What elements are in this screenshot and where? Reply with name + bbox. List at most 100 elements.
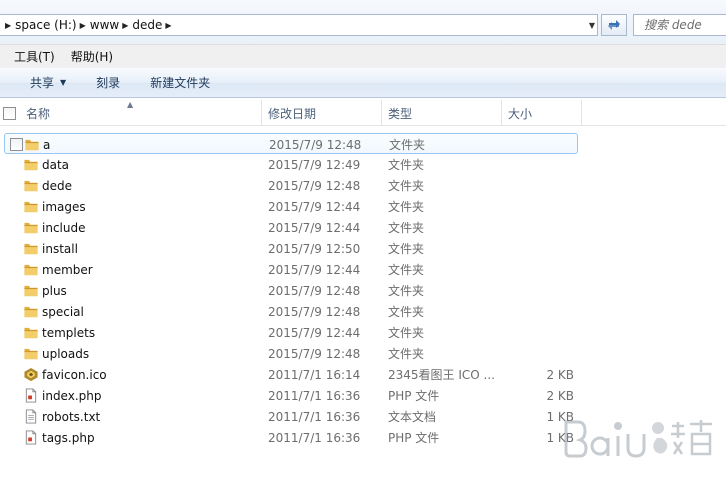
- file-row[interactable]: member 2015/7/9 12:44 文件夹: [0, 259, 580, 280]
- breadcrumb-separator-icon[interactable]: ▶: [122, 21, 128, 30]
- file-row[interactable]: special 2015/7/9 12:48 文件夹: [0, 301, 580, 322]
- folder-icon: [24, 243, 38, 255]
- column-size[interactable]: 大小: [502, 100, 582, 126]
- file-row[interactable]: install 2015/7/9 12:50 文件夹: [0, 238, 580, 259]
- share-label: 共享: [30, 76, 55, 90]
- file-row[interactable]: include 2015/7/9 12:44 文件夹: [0, 217, 580, 238]
- file-date: 2011/7/1 16:36: [268, 388, 361, 403]
- file-name: images: [42, 199, 86, 214]
- file-date: 2015/7/9 12:44: [268, 220, 361, 235]
- menu-help[interactable]: 帮助(H): [71, 48, 113, 65]
- row-checkbox[interactable]: [10, 138, 23, 151]
- file-size: [500, 175, 574, 196]
- file-row[interactable]: robots.txt 2011/7/1 16:36 文本文档 1 KB: [0, 406, 580, 427]
- chevron-down-icon: ▼: [60, 78, 67, 87]
- file-type: 文件夹: [388, 221, 425, 235]
- menu-bar: 工具(T) 帮助(H): [0, 44, 726, 68]
- file-type: 文本文档: [388, 410, 437, 424]
- breadcrumb-root-arrow-icon[interactable]: ▶: [5, 21, 11, 30]
- file-row[interactable]: tags.php 2011/7/1 16:36 PHP 文件 1 KB: [0, 427, 580, 448]
- file-row[interactable]: data 2015/7/9 12:49 文件夹: [0, 154, 580, 175]
- column-type[interactable]: 类型: [382, 100, 502, 126]
- file-name: data: [42, 157, 70, 172]
- file-name: tags.php: [42, 430, 95, 445]
- new-folder-button[interactable]: 新建文件夹: [150, 74, 210, 91]
- menu-tools[interactable]: 工具(T): [14, 48, 55, 65]
- file-row[interactable]: plus 2015/7/9 12:48 文件夹: [0, 280, 580, 301]
- file-row[interactable]: index.php 2011/7/1 16:36 PHP 文件 2 KB: [0, 385, 580, 406]
- file-date: 2015/7/9 12:48: [268, 178, 361, 193]
- file-type: PHP 文件: [388, 389, 440, 403]
- refresh-button[interactable]: [601, 14, 627, 36]
- file-type: 文件夹: [388, 242, 425, 256]
- folder-icon: [24, 264, 38, 276]
- breadcrumb-separator-icon[interactable]: ▶: [80, 21, 86, 30]
- explorer-window: ▶ space (H:) ▶ www ▶ dede ▶ ▼ 工具(T) 帮助(H…: [0, 0, 726, 477]
- file-type: PHP 文件: [388, 431, 440, 445]
- file-name: a: [43, 137, 51, 152]
- php-file-icon: [25, 430, 37, 445]
- file-name: install: [42, 241, 78, 256]
- file-type: 文件夹: [388, 158, 425, 172]
- folder-icon: [24, 348, 38, 360]
- address-history-dropdown-icon[interactable]: ▼: [584, 14, 600, 36]
- file-size: [500, 301, 574, 322]
- file-name: uploads: [42, 346, 90, 361]
- file-name: templets: [42, 325, 96, 340]
- file-name: special: [42, 304, 84, 319]
- php-file-icon: [25, 388, 37, 403]
- ico-file-icon: [24, 367, 38, 382]
- file-type: 文件夹: [388, 263, 425, 277]
- file-date: 2015/7/9 12:44: [268, 325, 361, 340]
- file-type: 文件夹: [388, 200, 425, 214]
- file-date: 2015/7/9 12:48: [269, 137, 362, 152]
- share-button[interactable]: 共享 ▼: [30, 74, 66, 91]
- folder-icon: [24, 159, 38, 171]
- folder-icon: [24, 222, 38, 234]
- refresh-icon: [608, 20, 620, 30]
- file-name: index.php: [42, 388, 102, 403]
- file-row[interactable]: uploads 2015/7/9 12:48 文件夹: [0, 343, 580, 364]
- file-date: 2015/7/9 12:44: [268, 262, 361, 277]
- file-size: 2 KB: [546, 367, 574, 382]
- file-row[interactable]: a 2015/7/9 12:48 文件夹: [4, 133, 578, 154]
- file-size: [500, 280, 574, 301]
- breadcrumb-separator-icon[interactable]: ▶: [165, 21, 171, 30]
- file-size: [500, 343, 574, 364]
- file-name: member: [42, 262, 93, 277]
- file-date: 2011/7/1 16:36: [268, 409, 361, 424]
- file-name: favicon.ico: [42, 367, 107, 382]
- file-row[interactable]: favicon.ico 2011/7/1 16:14 2345看图王 ICO ...…: [0, 364, 580, 385]
- file-name: include: [42, 220, 86, 235]
- file-date: 2015/7/9 12:48: [268, 346, 361, 361]
- breadcrumb-www[interactable]: www: [90, 18, 119, 32]
- file-size: [500, 217, 574, 238]
- select-all-checkbox[interactable]: [3, 107, 16, 120]
- file-date: 2015/7/9 12:50: [268, 241, 361, 256]
- file-name: plus: [42, 283, 67, 298]
- file-size: [500, 238, 574, 259]
- file-name: robots.txt: [42, 409, 101, 424]
- file-date: 2015/7/9 12:44: [268, 199, 361, 214]
- search-input[interactable]: [644, 18, 724, 32]
- folder-icon: [24, 285, 38, 297]
- search-box[interactable]: [633, 14, 726, 36]
- address-bar[interactable]: ▶ space (H:) ▶ www ▶ dede ▶: [0, 14, 598, 36]
- breadcrumb-drive[interactable]: space (H:): [15, 18, 76, 32]
- folder-icon: [25, 139, 39, 151]
- file-size: [500, 322, 574, 343]
- file-size: 2 KB: [546, 388, 574, 403]
- file-row[interactable]: dede 2015/7/9 12:48 文件夹: [0, 175, 580, 196]
- folder-icon: [24, 327, 38, 339]
- command-bar: 共享 ▼ 刻录 新建文件夹: [0, 68, 726, 98]
- column-name[interactable]: 名称: [20, 100, 262, 126]
- file-type: 文件夹: [389, 138, 426, 152]
- file-type: 2345看图王 ICO ...: [388, 368, 495, 382]
- file-date: 2015/7/9 12:48: [268, 304, 361, 319]
- column-date[interactable]: 修改日期: [262, 100, 382, 126]
- burn-button[interactable]: 刻录: [96, 74, 120, 91]
- file-type: 文件夹: [388, 326, 425, 340]
- file-row[interactable]: images 2015/7/9 12:44 文件夹: [0, 196, 580, 217]
- file-row[interactable]: templets 2015/7/9 12:44 文件夹: [0, 322, 580, 343]
- breadcrumb-dede[interactable]: dede: [132, 18, 162, 32]
